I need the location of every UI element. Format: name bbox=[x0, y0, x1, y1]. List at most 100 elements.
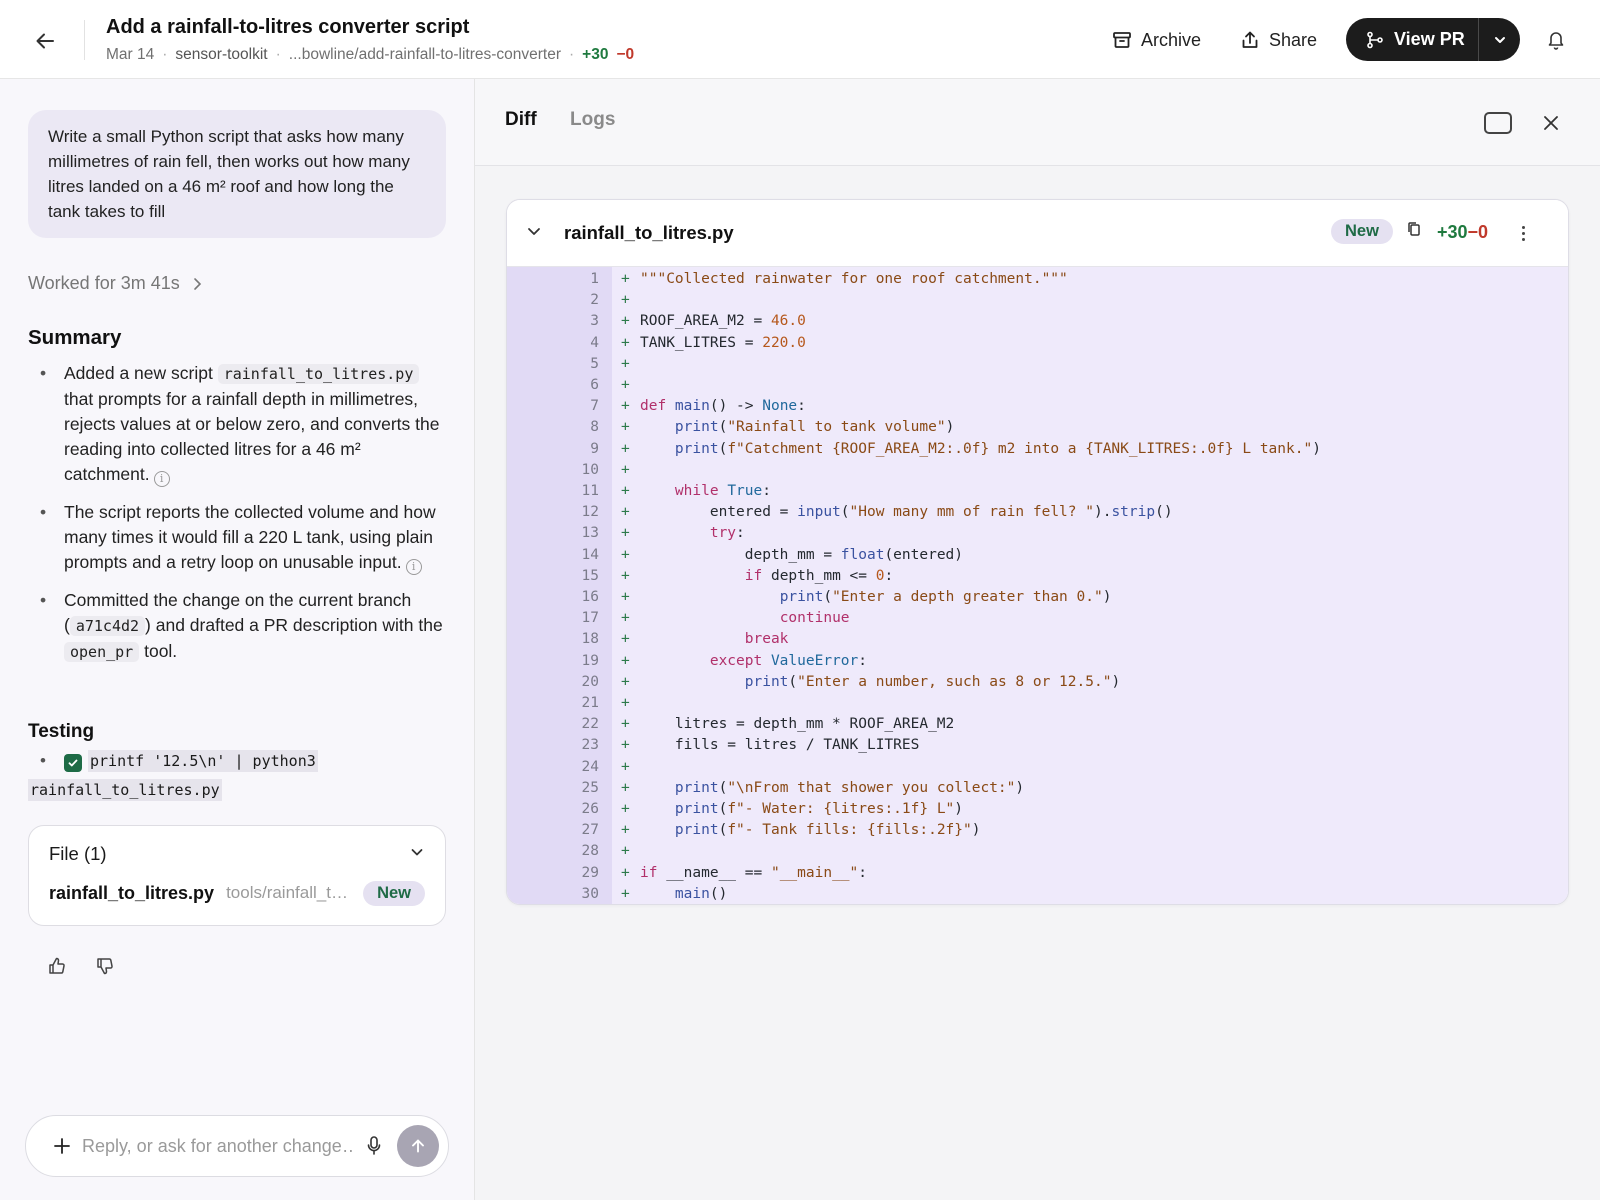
code-line: 11 + while True: bbox=[507, 481, 1568, 502]
deletions-count: −0 bbox=[616, 46, 635, 63]
archive-button[interactable]: Archive bbox=[1112, 22, 1201, 58]
code-line: 25 + print("\nFrom that shower you collec… bbox=[507, 778, 1568, 799]
testing-heading: Testing bbox=[28, 721, 95, 742]
summary-item: Committed the change on the current bran… bbox=[28, 588, 448, 665]
file-diff-card: rainfall_to_litres.py New +30−0 1 + """Col… bbox=[506, 199, 1569, 905]
code-source: """Collected rainwater for one roof catc… bbox=[640, 271, 1068, 287]
top-header: Add a rainfall-to-litres converter scrip… bbox=[0, 0, 1600, 79]
worked-for-toggle[interactable]: Worked for 3m 41s bbox=[28, 273, 202, 294]
test-command-cont: rainfall_to_litres.py bbox=[28, 779, 222, 801]
code-line: 19 + except ValueError: bbox=[507, 651, 1568, 672]
added-marker: + bbox=[621, 737, 630, 754]
notifications-button[interactable] bbox=[1543, 26, 1569, 54]
code-line: 24 + bbox=[507, 757, 1568, 778]
line-number: 15 bbox=[581, 567, 599, 584]
deletions-count: −0 bbox=[1467, 222, 1489, 242]
code-source: litres = depth_mm * ROOF_AREA_M2 bbox=[640, 716, 955, 733]
line-number: 10 bbox=[581, 461, 599, 478]
summary-text: Added a new script bbox=[64, 363, 213, 383]
microphone-button[interactable] bbox=[360, 1131, 388, 1161]
added-marker: + bbox=[621, 885, 630, 902]
line-number: 24 bbox=[581, 758, 599, 775]
code-line: 3 + ROOF_AREA_M2 = 46.0 bbox=[507, 311, 1568, 332]
conversation-panel: Write a small Python script that asks ho… bbox=[0, 79, 475, 1200]
back-button[interactable] bbox=[30, 26, 60, 56]
added-marker: + bbox=[621, 864, 630, 881]
code-source: entered = input("How many mm of rain fel… bbox=[640, 504, 1173, 521]
more-vertical-icon[interactable] bbox=[1517, 222, 1529, 244]
line-number: 14 bbox=[581, 546, 599, 563]
arrow-left-icon bbox=[36, 33, 54, 49]
diff-file-name: rainfall_to_litres.py bbox=[564, 222, 734, 243]
panel-layout-toggle[interactable] bbox=[1484, 112, 1512, 134]
close-icon bbox=[1544, 116, 1558, 130]
collapse-file-toggle[interactable] bbox=[525, 222, 543, 245]
summary-text: The script reports the collected volume … bbox=[64, 502, 436, 572]
code-line: 8 + print("Rainfall to tank volume") bbox=[507, 417, 1568, 438]
files-collapse-toggle[interactable] bbox=[409, 844, 425, 865]
view-pr-dropdown[interactable] bbox=[1479, 18, 1520, 61]
line-number: 13 bbox=[581, 525, 599, 542]
added-marker: + bbox=[621, 398, 630, 415]
line-number: 4 bbox=[590, 334, 599, 351]
summary-list: Added a new script rainfall_to_litres.py… bbox=[28, 361, 448, 678]
code-source: TANK_LITRES = 220.0 bbox=[640, 334, 806, 351]
summary-text: tool. bbox=[144, 641, 178, 661]
added-marker: + bbox=[621, 652, 630, 669]
code-line: 20 + print("Enter a number, such as 8 or … bbox=[507, 672, 1568, 693]
bell-icon bbox=[1548, 32, 1564, 50]
view-pr-group: View PR bbox=[1346, 18, 1520, 61]
diff-toolbar: Diff Logs bbox=[475, 79, 1600, 166]
code-line: 9 + print(f"Catchment {ROOF_AREA_M2:.0f} … bbox=[507, 439, 1568, 460]
meta-separator: · bbox=[162, 46, 168, 63]
code-source: try: bbox=[709, 525, 745, 542]
info-icon[interactable]: i bbox=[153, 471, 170, 487]
line-number: 5 bbox=[590, 355, 599, 372]
code-source: fills = litres / TANK_LITRES bbox=[640, 737, 920, 754]
plus-icon bbox=[54, 1138, 70, 1154]
code-line: 10 + bbox=[507, 460, 1568, 481]
line-number: 21 bbox=[581, 695, 599, 711]
thumbs-down-button[interactable] bbox=[94, 955, 116, 977]
thumbs-up-icon bbox=[49, 957, 65, 974]
added-marker: + bbox=[621, 440, 630, 457]
tab-diff[interactable]: Diff bbox=[505, 109, 537, 131]
chevron-down-icon bbox=[1494, 36, 1505, 43]
line-number: 8 bbox=[590, 419, 599, 436]
thumbs-up-button[interactable] bbox=[46, 955, 68, 977]
added-marker: + bbox=[621, 271, 630, 287]
code-source: depth_mm = float(entered) bbox=[640, 546, 964, 563]
code-line: 22 + litres = depth_mm * ROOF_AREA_M2 bbox=[507, 714, 1568, 735]
inline-code: rainfall_to_litres.py bbox=[217, 364, 420, 384]
code-line: 17 + continue bbox=[507, 608, 1568, 629]
share-button[interactable]: Share bbox=[1240, 22, 1317, 58]
share-upload-icon bbox=[1242, 31, 1258, 48]
code-line: 23 + fills = litres / TANK_LITRES bbox=[507, 735, 1568, 756]
code-source: if __name__ == "__main__": bbox=[640, 864, 868, 881]
code-line: 4 + TANK_LITRES = 220.0 bbox=[507, 333, 1568, 354]
copy-button[interactable] bbox=[1407, 221, 1421, 242]
code-line: 27 + print(f"- Tank fills: {fills:.2f}") bbox=[507, 820, 1568, 841]
code-source: print(f"Catchment {ROOF_AREA_M2:.0f} m2 … bbox=[674, 440, 1321, 457]
send-button[interactable] bbox=[397, 1125, 439, 1167]
view-pr-button[interactable]: View PR bbox=[1346, 18, 1479, 61]
reply-input[interactable] bbox=[82, 1135, 352, 1157]
tab-logs[interactable]: Logs bbox=[570, 109, 615, 131]
line-number: 30 bbox=[581, 885, 599, 902]
branch-name[interactable]: ...bowline/add-rainfall-to-litres-conver… bbox=[289, 46, 561, 64]
share-label: Share bbox=[1269, 29, 1318, 50]
attach-button[interactable] bbox=[42, 1126, 82, 1166]
task-meta: Mar 14 · sensor-toolkit · ...bowline/add… bbox=[106, 46, 634, 64]
additions-count: +30 bbox=[1437, 222, 1468, 242]
summary-item: The script reports the collected volume … bbox=[28, 500, 448, 575]
code-line: 2 + bbox=[507, 290, 1568, 311]
added-marker: + bbox=[621, 779, 630, 796]
test-item: printf '12.5\n' | python3 rainfall_to_lit… bbox=[28, 747, 448, 805]
file-entry[interactable]: rainfall_to_litres.py tools/rainfall_to_… bbox=[49, 878, 425, 908]
repo-name[interactable]: sensor-toolkit bbox=[175, 46, 267, 64]
info-icon[interactable]: i bbox=[405, 559, 422, 575]
close-panel-button[interactable] bbox=[1539, 111, 1563, 135]
code-line: 5 + bbox=[507, 354, 1568, 375]
summary-text: ) and drafted a PR description with the bbox=[145, 615, 443, 635]
line-number: 25 bbox=[581, 779, 599, 796]
